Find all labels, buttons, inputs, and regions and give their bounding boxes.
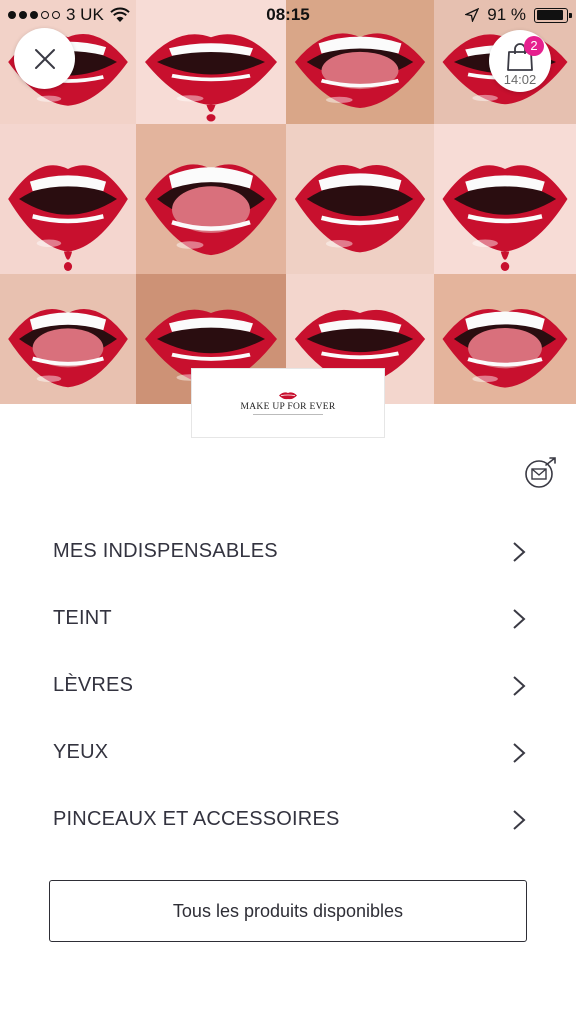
menu-item-label: PINCEAUX ET ACCESSOIRES [53,808,340,830]
location-arrow-icon [465,8,480,22]
lips-image [434,274,576,404]
menu-item-teint[interactable]: TEINT [0,585,576,652]
lips-image [434,124,576,274]
close-icon [34,48,55,69]
all-products-button[interactable]: Tous les produits disponibles [49,880,527,942]
menu-item-label: TEINT [53,607,112,629]
lips-image [286,124,434,274]
status-bar: 3 UK 08:15 91 % [0,0,576,30]
chevron-right-icon [513,675,526,696]
menu-item-mes-indispensables[interactable]: MES INDISPENSABLES [0,518,576,585]
lips-graphic [0,124,136,274]
brand-logo-text: MAKE UP FOR EVER [240,402,336,412]
lips-graphic [286,124,434,274]
brand-logo: MAKE UP FOR EVER [191,368,385,438]
battery-icon [534,7,572,23]
lips-image [136,124,286,274]
lips-graphic [136,124,286,274]
chevron-right-icon [513,742,526,763]
lips-graphic [434,274,576,404]
close-button[interactable] [14,28,75,89]
menu-item-label: MES INDISPENSABLES [53,540,278,562]
lips-image [0,274,136,404]
menu-item-label: LÈVRES [53,674,134,696]
category-menu: MES INDISPENSABLES TEINT LÈVRES YEUX PIN… [0,518,576,853]
battery-percent: 91 % [487,5,526,24]
lips-logo-icon [279,392,297,400]
menu-item-yeux[interactable]: YEUX [0,719,576,786]
shopping-bag-button[interactable]: 2 14:02 [489,30,551,92]
chevron-right-icon [513,608,526,629]
menu-item-levres[interactable]: LÈVRES [0,652,576,719]
lips-image [0,124,136,274]
menu-item-pinceaux-et-accessoires[interactable]: PINCEAUX ET ACCESSOIRES [0,786,576,853]
bag-count-badge: 2 [524,36,544,56]
chevron-right-icon [513,541,526,562]
lips-graphic [434,124,576,274]
menu-item-label: YEUX [53,741,109,763]
chevron-right-icon [513,809,526,830]
envelope-share-icon[interactable] [523,456,557,490]
bag-timer: 14:02 [503,72,537,87]
lips-graphic [0,274,136,404]
